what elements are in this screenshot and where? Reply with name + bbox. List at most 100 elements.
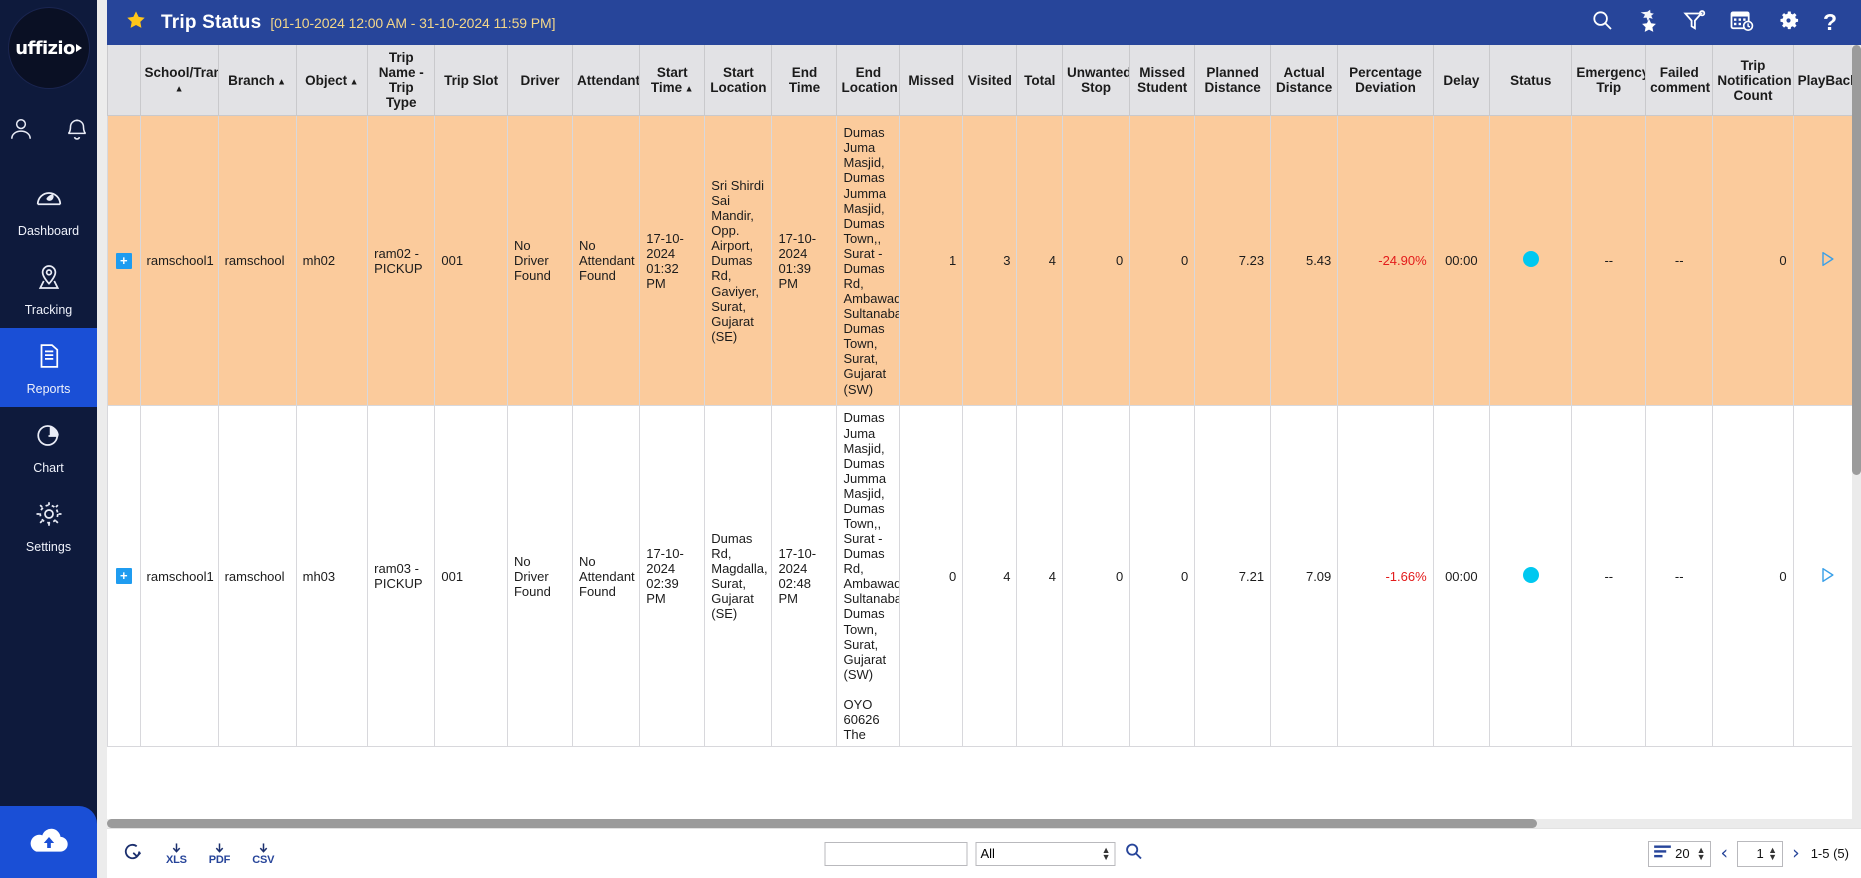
column-header-missed[interactable]: Missed [900, 45, 963, 116]
data-grid-container: School/Trans ▲Branch ▲Object ▲Trip Name … [107, 45, 1861, 828]
column-header-failed_comment[interactable]: Failed comment [1646, 45, 1713, 116]
favorite-star-icon[interactable] [1636, 8, 1660, 37]
column-header-object[interactable]: Object ▲ [296, 45, 368, 116]
cell-total: 4 [1017, 116, 1063, 406]
search-submit-icon[interactable] [1124, 841, 1144, 866]
cell-text: 0 [1116, 569, 1123, 584]
column-header-status[interactable]: Status [1490, 45, 1572, 116]
column-header-trip_name[interactable]: Trip Name - Trip Type [368, 45, 435, 116]
column-header-label: Trip Notification Count [1717, 58, 1791, 103]
cell-trip_slot: 001 [435, 116, 508, 406]
sidebar-item-chart[interactable]: Chart [0, 407, 97, 486]
column-header-emergency_trip[interactable]: Emergency Trip [1572, 45, 1646, 116]
star-icon[interactable] [125, 9, 147, 36]
cell-trip_name: ram02 - PICKUP [368, 116, 435, 406]
bell-icon[interactable] [64, 116, 90, 142]
sort-ascending-icon[interactable]: ▲ [682, 84, 693, 94]
table-row[interactable]: +ramschool1ramschoolmh02ram02 - PICKUP00… [108, 116, 1861, 406]
column-header-branch[interactable]: Branch ▲ [218, 45, 296, 116]
cell-text: Dumas Rd, Magdalla, Surat, Gujarat (SE) [711, 531, 767, 621]
refresh-icon[interactable] [121, 840, 144, 868]
status-badge [1523, 567, 1539, 583]
column-header-playback[interactable]: PlayBack [1793, 45, 1860, 116]
user-icon[interactable] [8, 116, 34, 142]
expand-row-button[interactable]: + [116, 568, 132, 584]
gear-icon[interactable] [1776, 8, 1801, 38]
cell-text: 00:00 [1445, 253, 1478, 268]
column-header-planned_distance[interactable]: Planned Distance [1195, 45, 1271, 116]
vertical-scrollbar[interactable] [1852, 45, 1861, 820]
column-header-actual_distance[interactable]: Actual Distance [1271, 45, 1338, 116]
column-header-label: Percentage Deviation [1349, 65, 1422, 95]
cell-text: 0 [1116, 253, 1123, 268]
cell-text: 17-10-2024 01:39 PM [778, 231, 816, 291]
cell-playback [1793, 406, 1860, 747]
cell-text: ramschool1 [147, 569, 214, 584]
column-header-end_time[interactable]: End Time [772, 45, 837, 116]
calendar-clock-icon[interactable] [1729, 8, 1754, 38]
column-header-school[interactable]: School/Trans ▲ [140, 45, 218, 116]
sort-ascending-icon[interactable]: ▲ [347, 76, 358, 86]
sidebar-item-dashboard[interactable]: Dashboard [0, 170, 97, 249]
column-header-start_location[interactable]: Start Location [705, 45, 772, 116]
sidebar-item-reports[interactable]: Reports [0, 328, 97, 407]
sort-ascending-icon[interactable]: ▲ [275, 76, 286, 86]
prev-page-button[interactable]: ‹ [1720, 844, 1728, 863]
cell-text: No Attendant Found [579, 554, 635, 599]
cell-text: 0 [1181, 569, 1188, 584]
expand-row-button[interactable]: + [116, 253, 132, 269]
cell-trip_slot: 001 [435, 406, 508, 747]
column-header-percentage_deviation[interactable]: Percentage Deviation [1338, 45, 1433, 116]
column-header-label: Visited [968, 73, 1012, 88]
cell-attendant: No Attendant Found [573, 116, 640, 406]
vertical-scrollbar-thumb[interactable] [1852, 45, 1861, 475]
table-row[interactable]: +ramschool1ramschoolmh03ram03 - PICKUP00… [108, 406, 1861, 747]
filter-funnel-icon[interactable] [1682, 8, 1707, 38]
cell-start_location: Dumas Rd, Magdalla, Surat, Gujarat (SE) [705, 406, 772, 747]
column-header-unwanted_stop[interactable]: Unwanted Stop [1062, 45, 1129, 116]
cell-text: 3 [1003, 253, 1010, 268]
help-icon[interactable]: ? [1823, 11, 1837, 34]
column-header-attendant[interactable]: Attendant [573, 45, 640, 116]
footer-search-group: All ▲▼ [825, 841, 1144, 866]
filter-select[interactable]: All [976, 842, 1116, 866]
search-icon[interactable] [1590, 8, 1614, 37]
export-pdf-button[interactable]: PDF [209, 842, 230, 866]
sidebar-top-icons [8, 116, 90, 142]
cell-end_location: Dumas Juma Masjid, Dumas Jumma Masjid, D… [837, 406, 900, 747]
page-number-spinner-icon[interactable]: ▲▼ [1768, 847, 1777, 861]
column-header-trip_slot[interactable]: Trip Slot [435, 45, 508, 116]
column-header-delay[interactable]: Delay [1433, 45, 1489, 116]
pagination-range-label: 1-5 (5) [1811, 846, 1849, 861]
sidebar-item-label: Settings [26, 540, 71, 554]
horizontal-scrollbar[interactable] [107, 819, 1861, 828]
app-logo[interactable]: uffizio [9, 8, 89, 88]
column-header-expand[interactable] [108, 45, 141, 116]
sort-ascending-icon[interactable]: ▲ [175, 84, 184, 94]
column-header-total[interactable]: Total [1017, 45, 1063, 116]
search-input[interactable] [825, 842, 968, 866]
column-header-driver[interactable]: Driver [507, 45, 572, 116]
horizontal-scrollbar-thumb[interactable] [107, 819, 1537, 828]
play-icon[interactable] [1817, 573, 1837, 588]
cloud-upload-button[interactable] [0, 806, 97, 878]
column-header-trip_notification_count[interactable]: Trip Notification Count [1713, 45, 1793, 116]
sidebar-item-settings[interactable]: Settings [0, 486, 97, 565]
cell-driver: No Driver Found [507, 116, 572, 406]
cell-emergency_trip: -- [1572, 406, 1646, 747]
column-header-missed_student[interactable]: Missed Student [1130, 45, 1195, 116]
sidebar-item-tracking[interactable]: Tracking [0, 249, 97, 328]
export-xls-button[interactable]: XLS [166, 842, 187, 866]
column-header-end_location[interactable]: End Location [837, 45, 900, 116]
page-size-spinner-icon[interactable]: ▲▼ [1697, 847, 1706, 861]
play-icon[interactable] [1817, 257, 1837, 272]
export-csv-button[interactable]: CSV [252, 842, 274, 866]
cell-text: 5.43 [1306, 253, 1331, 268]
column-header-start_time[interactable]: Start Time ▲ [640, 45, 705, 116]
column-header-visited[interactable]: Visited [963, 45, 1017, 116]
next-page-button[interactable]: › [1792, 844, 1800, 863]
percentage-deviation-value: -24.90% [1378, 253, 1426, 268]
page-number-input[interactable]: 1 ▲▼ [1737, 841, 1783, 867]
page-size-selector[interactable]: 20 ▲▼ [1648, 841, 1711, 867]
page-number-value: 1 [1756, 846, 1763, 861]
